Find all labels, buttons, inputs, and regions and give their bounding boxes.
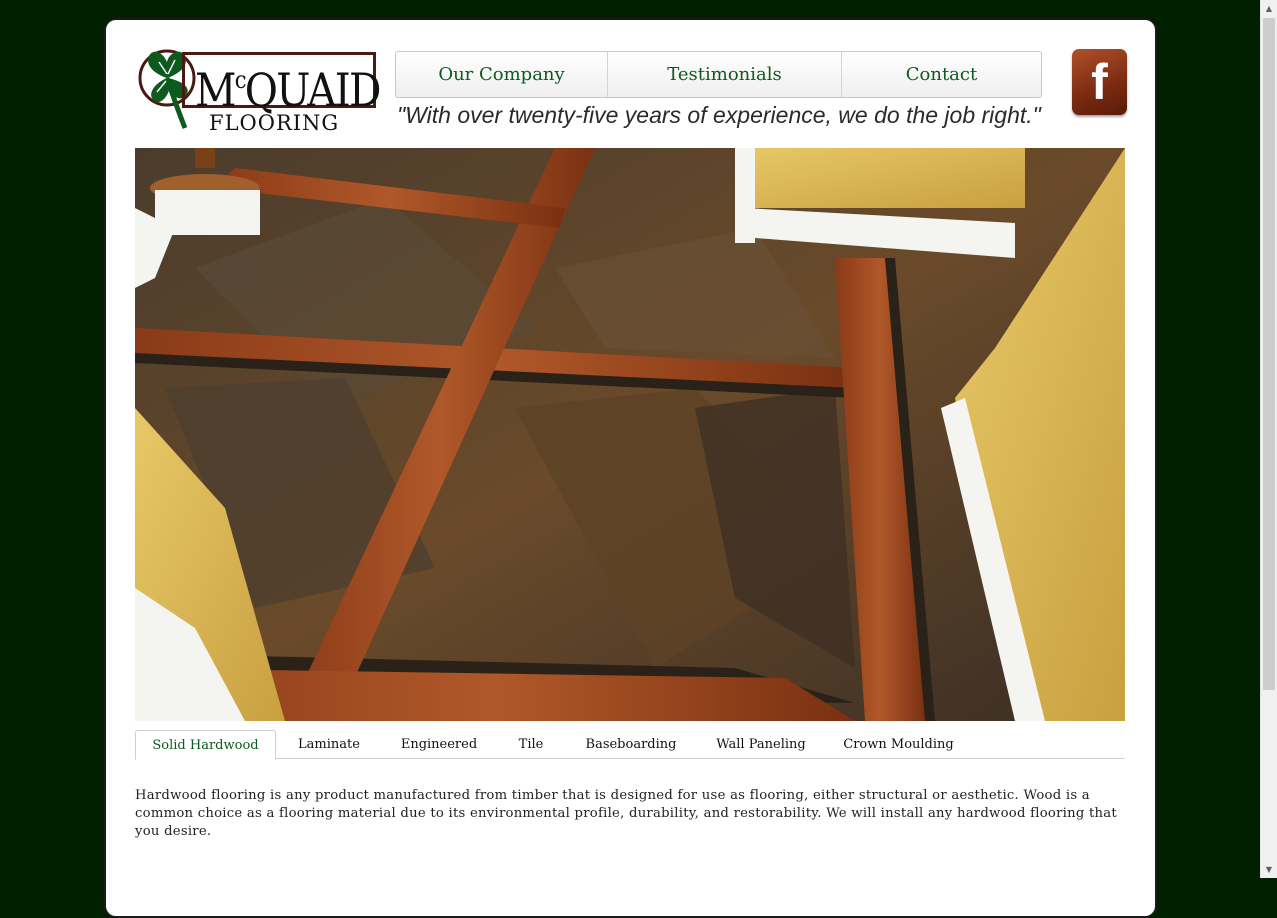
nav-our-company[interactable]: Our Company <box>396 52 608 97</box>
tab-baseboarding[interactable]: Baseboarding <box>566 730 696 759</box>
tab-crown-moulding[interactable]: Crown Moulding <box>826 730 971 759</box>
nav-testimonials[interactable]: Testimonials <box>608 52 842 97</box>
flooring-tabs: Solid Hardwood Laminate Engineered Tile … <box>135 730 1125 760</box>
tab-engineered[interactable]: Engineered <box>382 730 496 759</box>
nav-contact[interactable]: Contact <box>842 52 1041 97</box>
scroll-down-icon[interactable]: ▼ <box>1261 861 1277 878</box>
scroll-up-icon[interactable]: ▲ <box>1261 0 1277 17</box>
vertical-scrollbar[interactable]: ▲ ▼ <box>1260 0 1277 878</box>
tagline: "With over twenty-five years of experien… <box>397 102 1041 128</box>
scroll-thumb[interactable] <box>1263 18 1275 690</box>
tab-tile[interactable]: Tile <box>496 730 566 759</box>
mcquaid-flooring-logo[interactable]: McQUAID FLOORING <box>137 44 381 136</box>
tab-laminate[interactable]: Laminate <box>276 730 382 759</box>
tab-solid-hardwood[interactable]: Solid Hardwood <box>135 730 276 760</box>
hero-floor-photo <box>135 148 1125 721</box>
facebook-icon[interactable]: f <box>1072 49 1127 115</box>
facebook-letter: f <box>1091 54 1108 110</box>
main-nav: Our Company Testimonials Contact <box>395 51 1042 98</box>
logo-sub-text: FLOORING <box>209 111 340 135</box>
tab-description: Hardwood flooring is any product manufac… <box>135 788 1117 839</box>
tab-wall-paneling[interactable]: Wall Paneling <box>696 730 826 759</box>
